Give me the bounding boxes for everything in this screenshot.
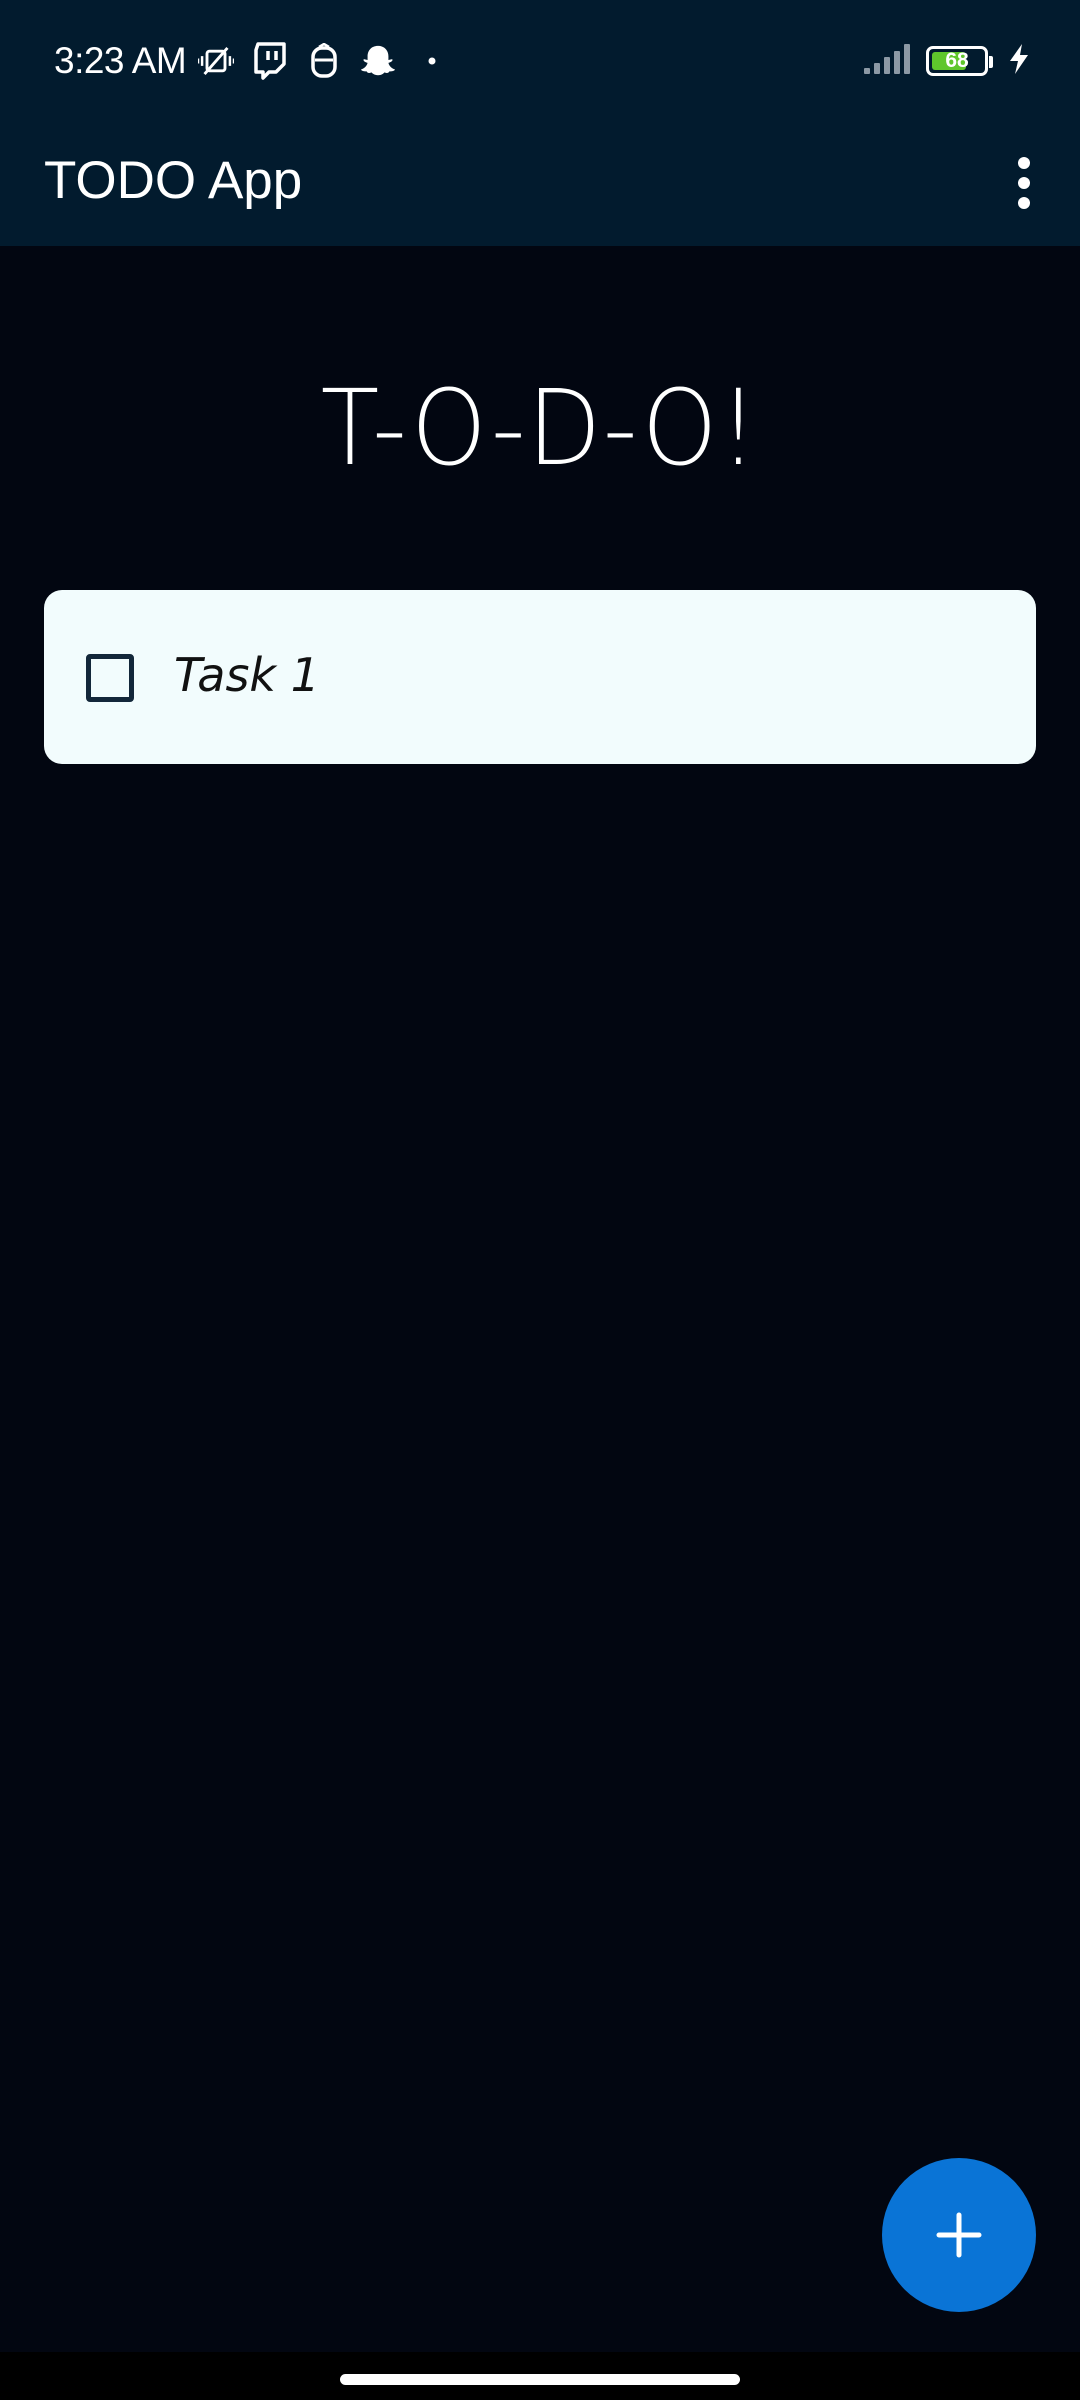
battery-icon: 68 [926, 46, 993, 76]
status-bar: 3:23 AM 68 [0, 0, 1080, 120]
status-time: 3:23 AM [54, 40, 187, 81]
battery-tip [989, 56, 993, 68]
gesture-handle[interactable] [340, 2374, 740, 2385]
menu-dot [1018, 197, 1030, 209]
menu-dot [1018, 177, 1030, 189]
app-bar: TODO App [0, 120, 1080, 246]
charging-bolt-icon [1008, 43, 1030, 79]
plus-icon [936, 2212, 982, 2258]
more-dot-icon [414, 41, 450, 81]
signal-icon [862, 42, 914, 80]
vibrate-muted-icon [198, 41, 234, 81]
task-label: Task 1 [174, 648, 320, 702]
task-item[interactable]: Task 1 [44, 590, 1036, 764]
battery-level: 68 [945, 49, 969, 72]
task-checkbox[interactable] [86, 654, 134, 702]
notification-icons [198, 36, 450, 86]
menu-dot [1018, 157, 1030, 169]
system-status-icons: 68 [862, 38, 1030, 84]
app-screen: 3:23 AM 68 TODO App T-O-D-O! Task 1 [0, 0, 1080, 2400]
navigation-bar [0, 2352, 1080, 2400]
twitch-icon [252, 41, 288, 81]
snapchat-icon [360, 41, 396, 81]
app-title: TODO App [44, 151, 303, 210]
add-task-button[interactable] [882, 2158, 1036, 2312]
page-heading: T-O-D-O! [320, 367, 760, 489]
messenger-bot-icon [306, 41, 342, 81]
more-vert-icon[interactable] [984, 138, 1064, 228]
